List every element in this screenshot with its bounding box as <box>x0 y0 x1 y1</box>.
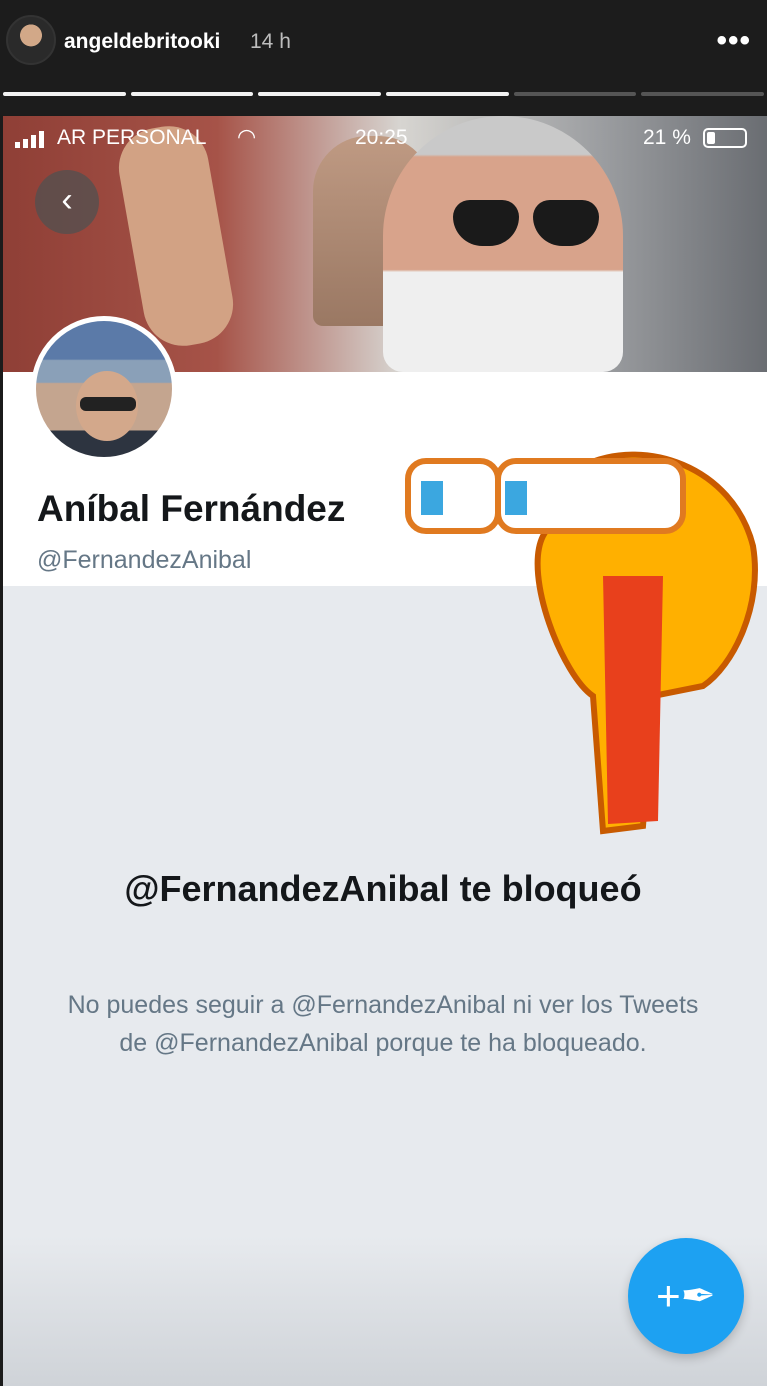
battery-percent: 21 % <box>643 126 691 149</box>
blocked-message: No puedes seguir a @FernandezAnibal ni v… <box>67 991 699 1057</box>
chevron-left-icon: ‹ <box>61 181 73 219</box>
back-button[interactable]: ‹ <box>35 170 99 234</box>
compose-tweet-button[interactable]: +✒ <box>628 1238 744 1354</box>
wifi-icon: ◠ <box>237 124 257 149</box>
story-user-avatar[interactable] <box>6 15 56 65</box>
carrier-label: AR PERSONAL <box>57 126 207 149</box>
profile-name: Aníbal Fernández <box>37 488 346 529</box>
blocked-title: @FernandezAnibal te bloqueó <box>124 868 642 909</box>
avatar-sunglasses <box>80 397 136 411</box>
battery-icon <box>703 128 747 148</box>
pixel-tongue-emoji-sticker <box>405 451 758 835</box>
story-progress-segment <box>641 92 765 96</box>
story-progress-segment <box>3 92 126 96</box>
story-time: 14 h <box>250 30 291 53</box>
clock: 20:25 <box>355 126 408 149</box>
story-progress-segment <box>130 92 254 96</box>
more-horizontal-icon[interactable]: ••• <box>716 24 751 58</box>
story-progress-segment <box>258 92 382 96</box>
signal-icon <box>15 131 44 148</box>
story-header: angeldebritooki 14 h ••• <box>0 0 767 115</box>
story-username[interactable]: angeldebritooki <box>64 30 220 54</box>
twitter-screenshot: AR PERSONAL ◠ 20:25 21 % ‹ Aníbal Fernán… <box>3 116 767 1386</box>
profile-handle: @FernandezAnibal <box>37 546 252 574</box>
status-bar: AR PERSONAL ◠ 20:25 21 % <box>3 116 767 160</box>
compose-feather-icon: +✒ <box>656 1272 716 1319</box>
story-progress-segment <box>386 92 509 96</box>
story-progress-segment <box>513 92 637 96</box>
banner-sunglasses <box>453 200 603 250</box>
profile-avatar[interactable] <box>31 316 177 462</box>
story-progress-bar <box>3 92 765 96</box>
